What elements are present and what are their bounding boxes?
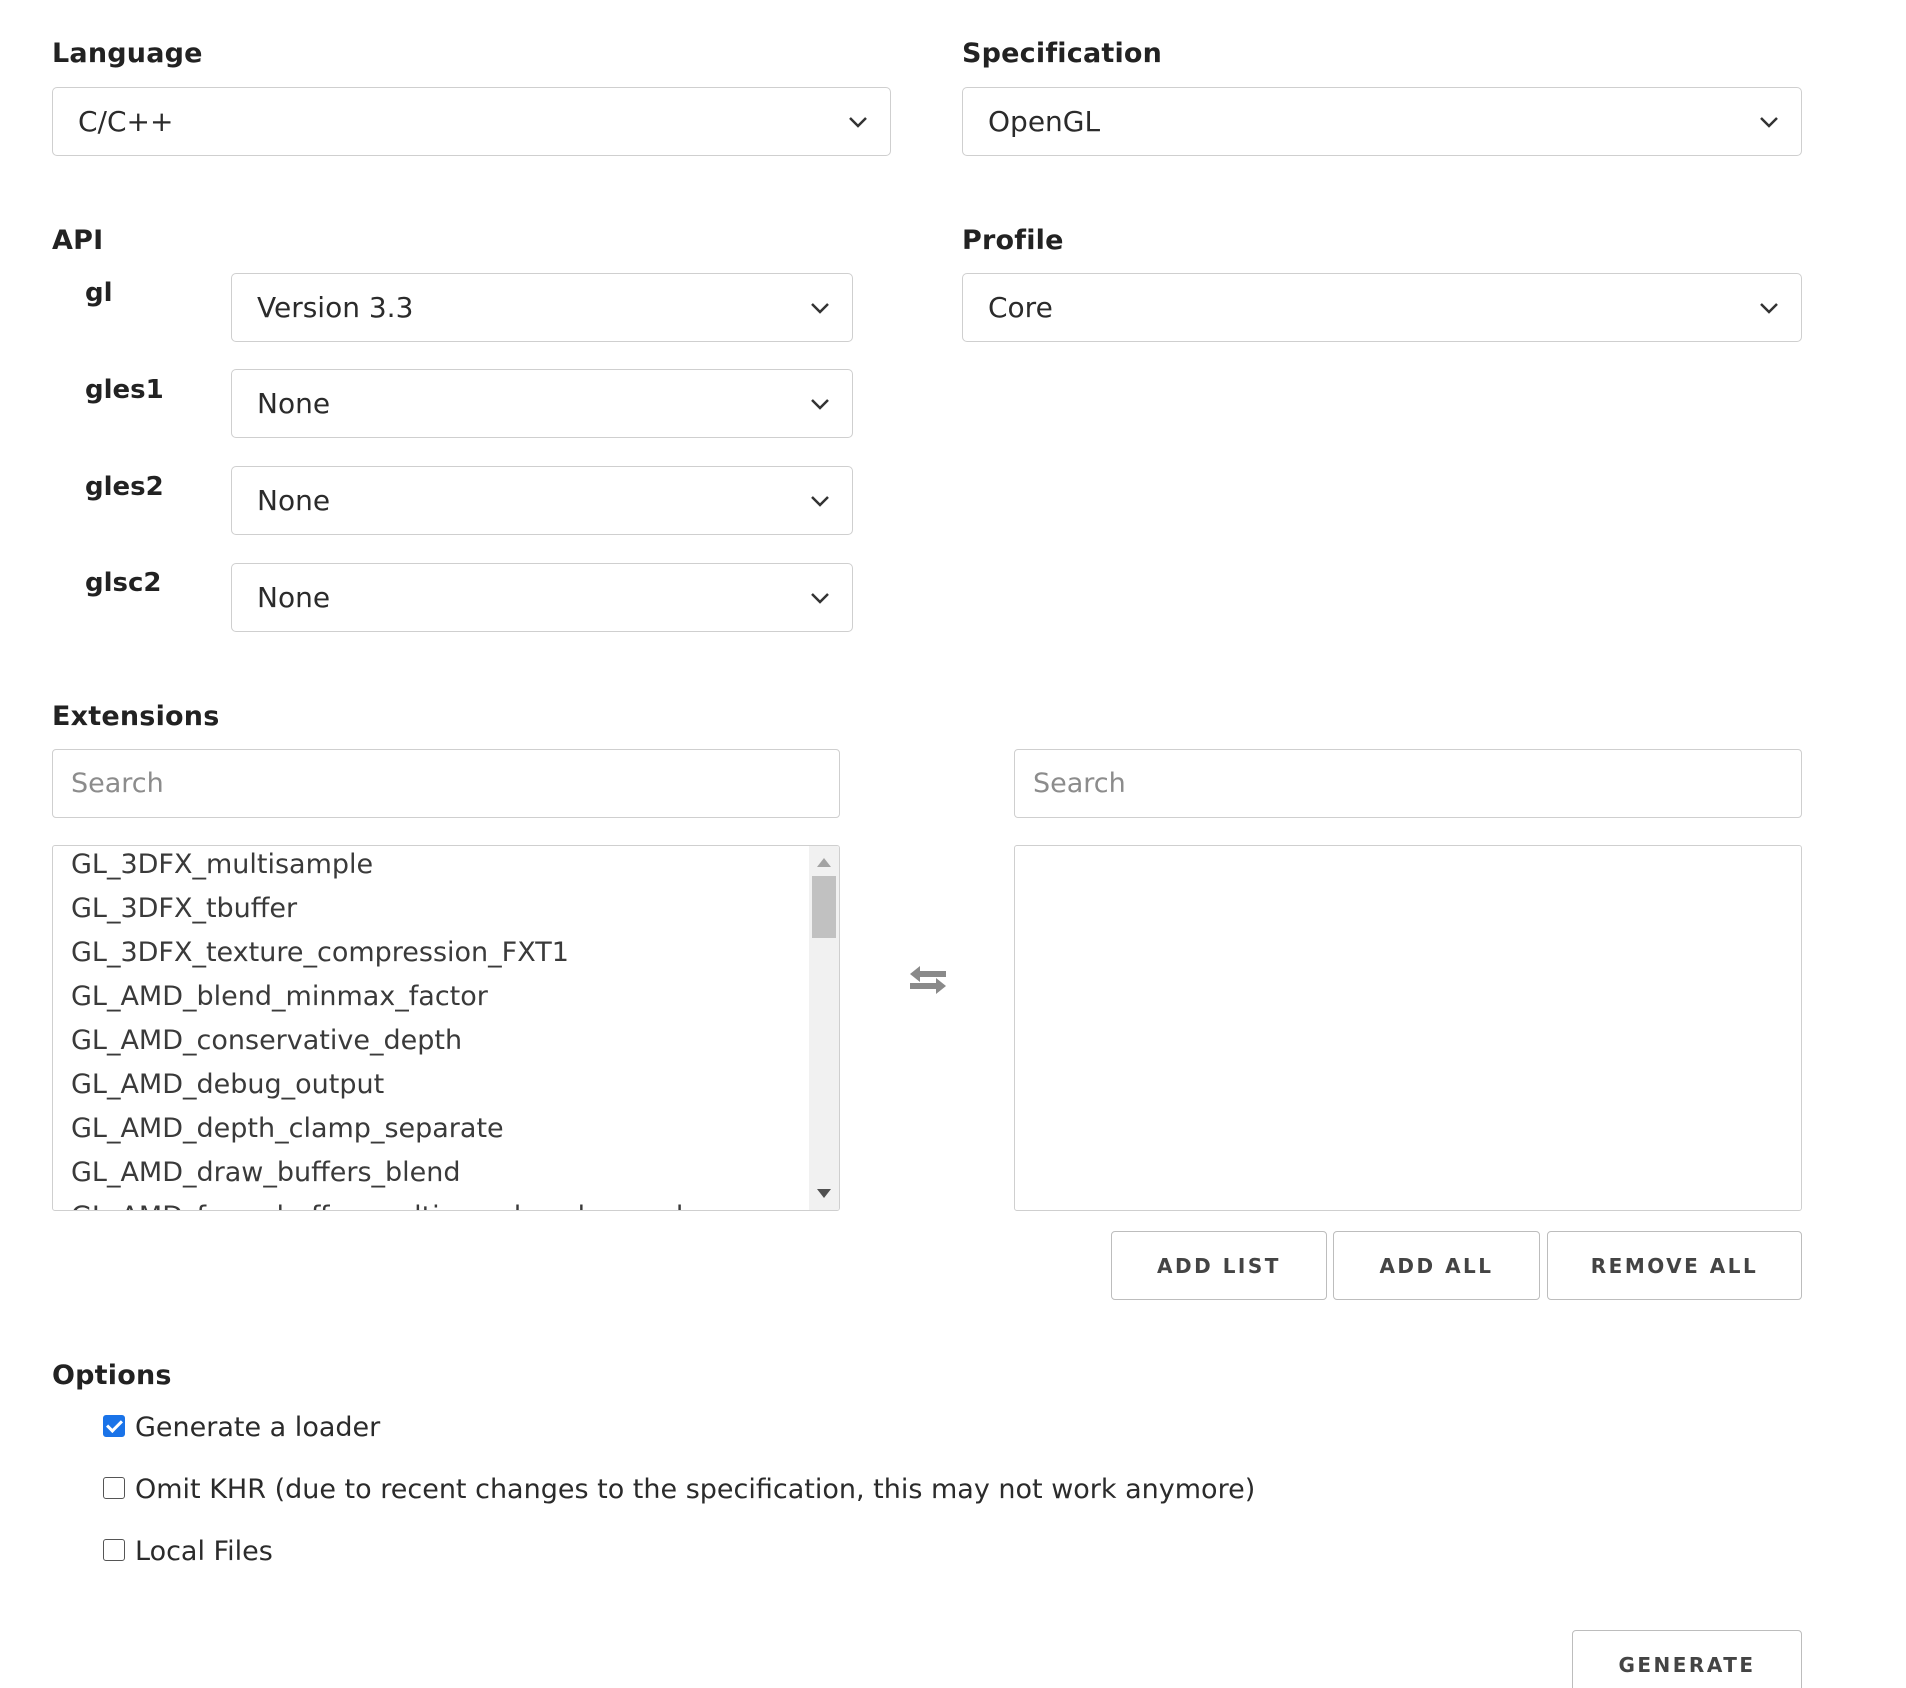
specification-select-value: OpenGL (988, 105, 1101, 138)
specification-select[interactable]: OpenGL (962, 87, 1802, 156)
selected-extensions-items (1015, 846, 1771, 1210)
available-extensions-list[interactable]: GL_3DFX_multisample GL_3DFX_tbuffer GL_3DF… (52, 845, 840, 1211)
language-select[interactable]: C/C++ (52, 87, 891, 156)
api-gl-select-value: Version 3.3 (257, 291, 414, 324)
selected-extensions-list[interactable] (1014, 845, 1802, 1211)
api-gl-label: gl (85, 278, 113, 308)
extension-list-item[interactable]: GL_AMD_blend_minmax_factor (53, 975, 809, 1019)
api-gles2-select[interactable]: None (231, 466, 853, 535)
extensions-label: Extensions (52, 701, 220, 732)
chevron-down-icon (849, 116, 867, 128)
chevron-down-icon (1760, 302, 1778, 314)
options-label: Options (52, 1360, 172, 1391)
swap-arrows-icon[interactable] (906, 962, 950, 998)
add-all-button[interactable]: ADD ALL (1333, 1231, 1540, 1300)
scrollbar-thumb[interactable] (812, 876, 836, 938)
remove-all-button[interactable]: REMOVE ALL (1547, 1231, 1802, 1300)
extension-list-item[interactable]: GL_3DFX_tbuffer (53, 887, 809, 931)
generate-loader-label: Generate a loader (135, 1412, 381, 1443)
omit-khr-checkbox[interactable] (103, 1476, 125, 1499)
api-glsc2-select[interactable]: None (231, 563, 853, 632)
scroll-up-arrow-icon[interactable] (817, 858, 831, 867)
extension-list-item[interactable]: GL_3DFX_multisample (53, 846, 809, 887)
selected-extensions-search-input[interactable] (1014, 749, 1802, 818)
extension-list-item[interactable]: GL_AMD_debug_output (53, 1063, 809, 1107)
extension-list-item[interactable]: GL_AMD_framebuffer_multisample_advanced (53, 1195, 809, 1210)
chevron-down-icon (1760, 116, 1778, 128)
profile-select-value: Core (988, 291, 1053, 324)
add-list-button[interactable]: ADD LIST (1111, 1231, 1327, 1300)
api-gles1-select-value: None (257, 387, 331, 420)
profile-select[interactable]: Core (962, 273, 1802, 342)
available-extensions-search-input[interactable] (52, 749, 840, 818)
local-files-label: Local Files (135, 1536, 273, 1567)
available-extensions-items: GL_3DFX_multisample GL_3DFX_tbuffer GL_3DF… (53, 846, 809, 1210)
specification-label: Specification (962, 38, 1163, 69)
omit-khr-label: Omit KHR (due to recent changes to the s… (135, 1474, 1256, 1505)
extension-list-item[interactable]: GL_AMD_draw_buffers_blend (53, 1151, 809, 1195)
extension-list-item[interactable]: GL_AMD_depth_clamp_separate (53, 1107, 809, 1151)
generate-loader-checkbox[interactable] (103, 1414, 125, 1437)
language-select-value: C/C++ (78, 105, 174, 138)
api-gles1-select[interactable]: None (231, 369, 853, 438)
api-gl-select[interactable]: Version 3.3 (231, 273, 853, 342)
api-glsc2-select-value: None (257, 581, 331, 614)
local-files-option[interactable]: Local Files (103, 1536, 273, 1567)
chevron-down-icon (811, 495, 829, 507)
scrollbar[interactable] (809, 846, 839, 1210)
extension-list-item[interactable]: GL_3DFX_texture_compression_FXT1 (53, 931, 809, 975)
api-gles1-label: gles1 (85, 375, 164, 405)
api-gles2-select-value: None (257, 484, 331, 517)
scroll-down-arrow-icon[interactable] (817, 1189, 831, 1198)
generate-loader-option[interactable]: Generate a loader (103, 1412, 380, 1443)
language-label: Language (52, 38, 203, 69)
chevron-down-icon (811, 592, 829, 604)
api-label: API (52, 225, 104, 256)
chevron-down-icon (811, 302, 829, 314)
api-glsc2-label: glsc2 (85, 568, 162, 598)
generate-button[interactable]: GENERATE (1572, 1630, 1802, 1688)
chevron-down-icon (811, 398, 829, 410)
local-files-checkbox[interactable] (103, 1538, 125, 1561)
api-gles2-label: gles2 (85, 472, 164, 502)
omit-khr-option[interactable]: Omit KHR (due to recent changes to the s… (103, 1474, 1255, 1505)
profile-label: Profile (962, 225, 1064, 256)
extension-list-item[interactable]: GL_AMD_conservative_depth (53, 1019, 809, 1063)
